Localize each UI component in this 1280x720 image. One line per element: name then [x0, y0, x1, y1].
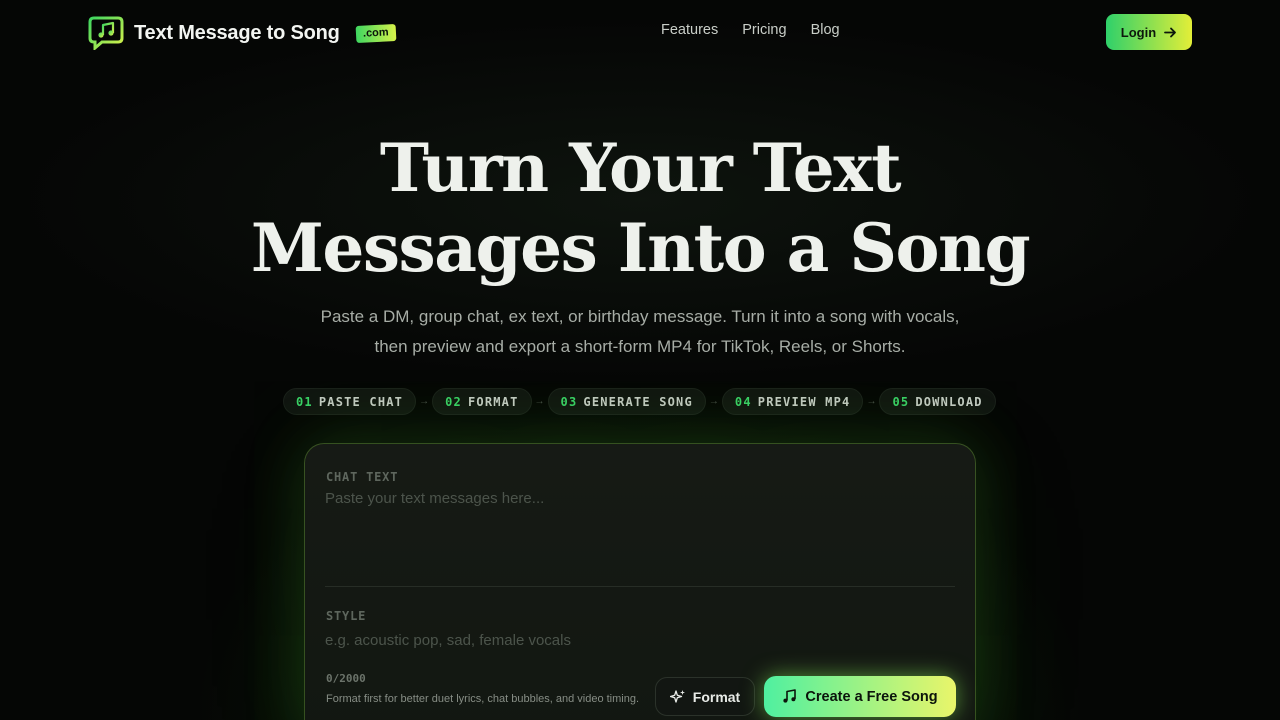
- create-song-button[interactable]: Create a Free Song: [764, 676, 956, 717]
- hero-title-line-1: Turn Your Text: [379, 129, 902, 207]
- hero-subtitle: Paste a DM, group chat, ex text, or birt…: [320, 307, 960, 356]
- nav-link-pricing[interactable]: Pricing: [742, 22, 786, 38]
- style-input[interactable]: [325, 628, 825, 652]
- music-note-icon: [783, 689, 797, 703]
- step-label: FORMAT: [467, 394, 519, 409]
- divider: [325, 586, 955, 587]
- create-song-button-label: Create a Free Song: [805, 688, 938, 705]
- nav-links: Features Pricing Blog: [661, 22, 840, 38]
- step-number: 01: [296, 394, 313, 409]
- step-number: 05: [892, 394, 910, 409]
- step-number: 03: [560, 394, 578, 409]
- brand-name: Text Message to Song: [134, 21, 340, 44]
- sparkles-icon: [669, 689, 685, 703]
- format-button-label: Format: [692, 688, 741, 705]
- step-label: DOWNLOAD: [915, 394, 983, 409]
- character-counter: 0/2000: [326, 672, 366, 685]
- chat-bubble-music-icon: [88, 16, 124, 50]
- step-label: PASTE CHAT: [318, 394, 404, 409]
- nav-link-features[interactable]: Features: [661, 22, 718, 38]
- song-form-card: CHAT TEXT STYLE 0/2000 Format first for …: [304, 443, 976, 720]
- chat-text-label: CHAT TEXT: [326, 470, 399, 484]
- hero-title: Turn Your Text Messages Into a Song: [0, 128, 1280, 288]
- top-nav: Text Message to Song .com Features Prici…: [0, 0, 1280, 64]
- step-label: GENERATE SONG: [583, 394, 693, 409]
- hero-title-line-2: Messages Into a Song: [250, 209, 1031, 287]
- step-paste-chat: 01 PASTE CHAT: [283, 388, 417, 415]
- arrow-right-icon: →: [419, 396, 430, 407]
- step-generate-song: 03 GENERATE SONG: [547, 388, 706, 415]
- step-preview-mp4: 04 PREVIEW MP4: [721, 388, 864, 415]
- step-label: PREVIEW MP4: [757, 394, 851, 409]
- arrow-right-icon: [1164, 27, 1177, 37]
- login-button[interactable]: Login: [1106, 14, 1192, 50]
- step-format: 02 FORMAT: [432, 388, 532, 415]
- brand-link[interactable]: Text Message to Song .com: [88, 16, 396, 50]
- format-button[interactable]: Format: [655, 677, 755, 716]
- style-label: STYLE: [326, 609, 367, 623]
- arrow-right-icon: →: [866, 396, 877, 407]
- brand-tld-badge: .com: [355, 23, 396, 43]
- arrow-right-icon: →: [534, 396, 545, 407]
- step-number: 02: [445, 394, 462, 409]
- login-label: Login: [1120, 24, 1157, 40]
- chat-text-input[interactable]: [325, 490, 955, 580]
- format-hint: Format first for better duet lyrics, cha…: [326, 693, 640, 705]
- step-download: 05 DOWNLOAD: [879, 388, 996, 415]
- arrow-right-icon: →: [708, 396, 719, 407]
- nav-link-blog[interactable]: Blog: [811, 22, 840, 38]
- step-number: 04: [734, 394, 752, 409]
- steps-bar: 01 PASTE CHAT → 02 FORMAT → 03 GENERATE …: [283, 388, 997, 415]
